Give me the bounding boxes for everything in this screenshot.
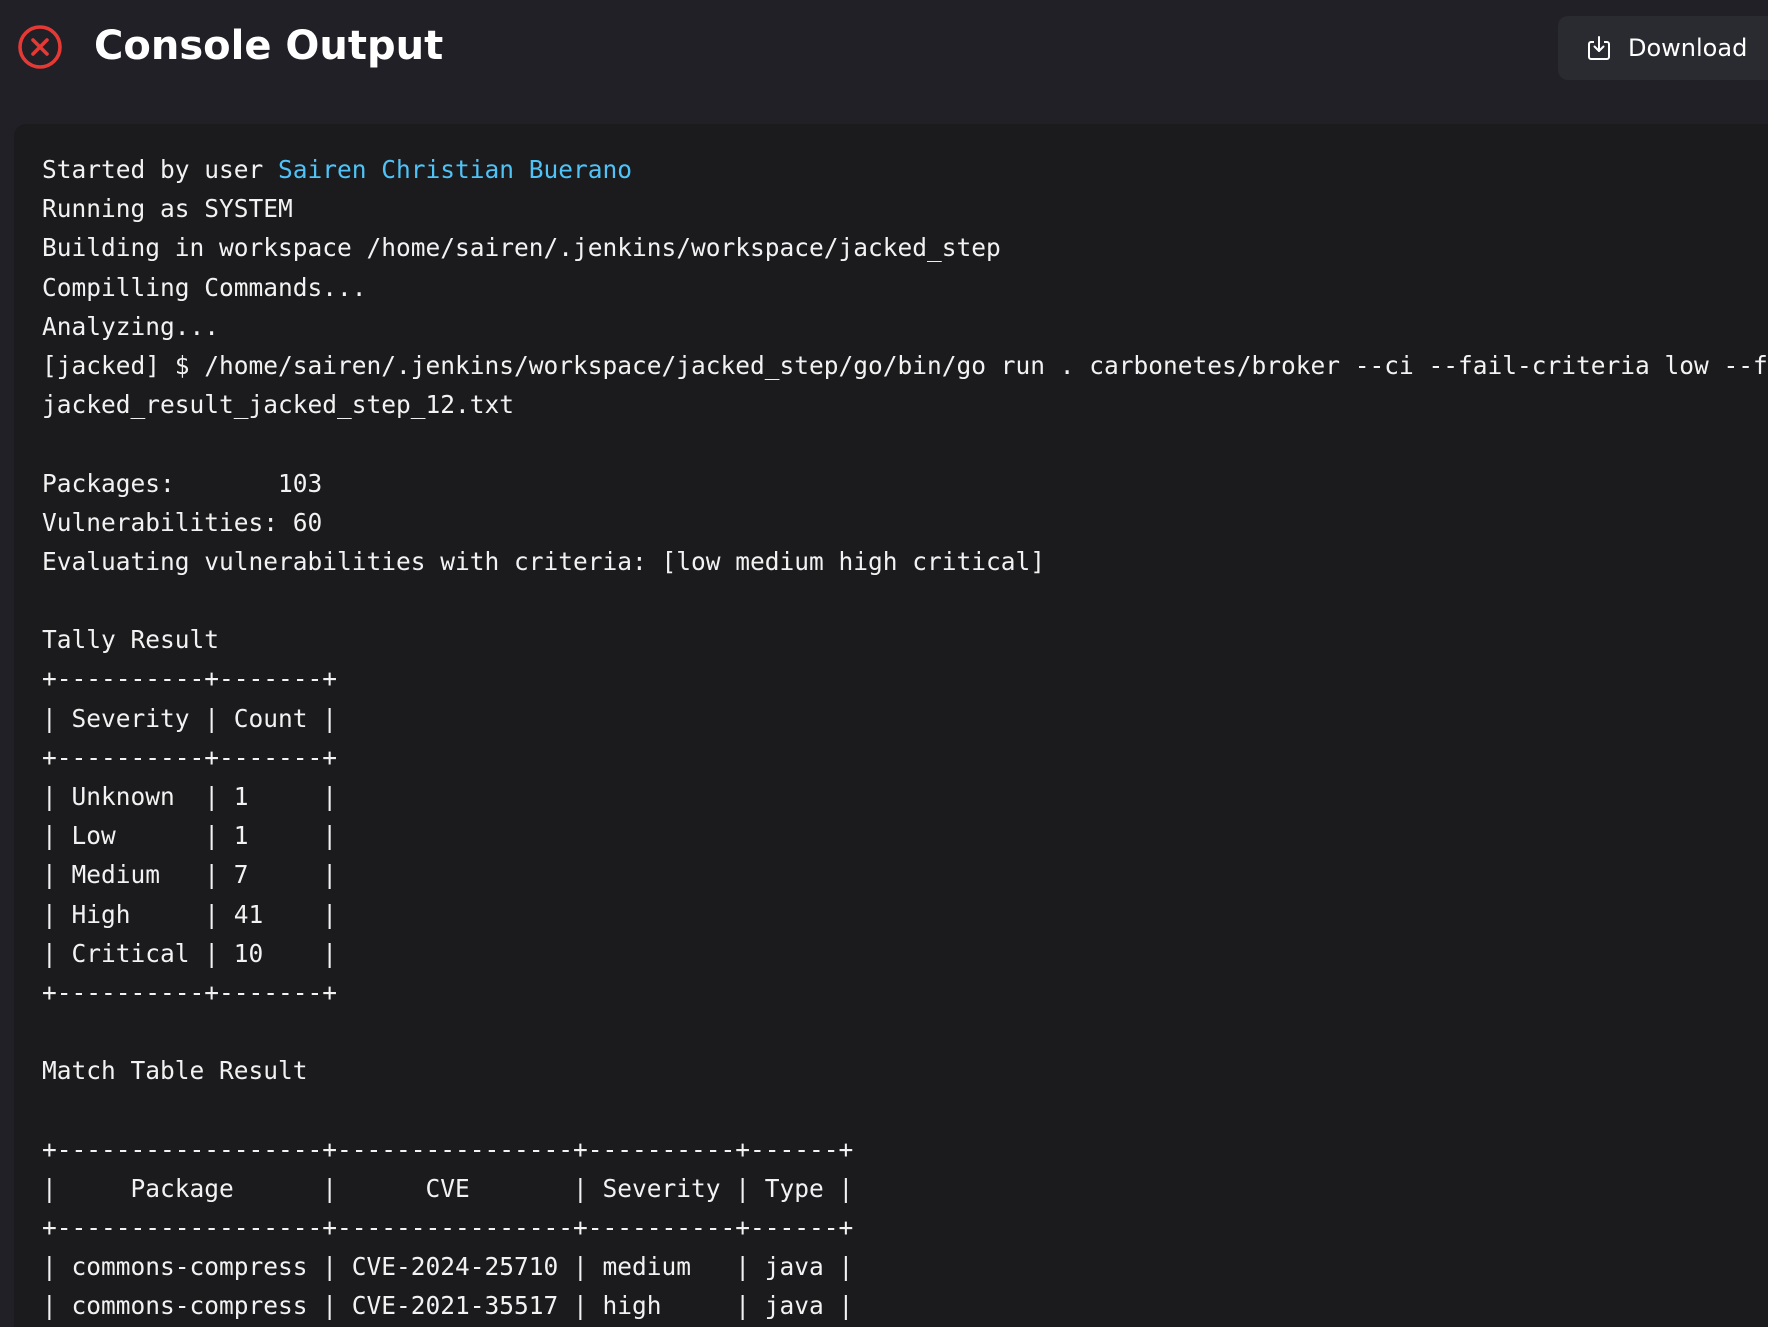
console-line: jacked_result_jacked_step_12.txt (42, 390, 515, 420)
console-line: Packages: 103 (42, 468, 323, 498)
console-line: +----------+-------+ (42, 742, 338, 772)
console-line: +------------------+----------------+---… (42, 1213, 854, 1243)
started-by-text: Started by user (42, 155, 279, 184)
console-line: | High | 41 | (42, 899, 338, 929)
console-line: | Package | CVE | Severity | Type | (42, 1173, 854, 1203)
console-line: Vulnerabilities: 60 (42, 507, 323, 537)
console-line: | Medium | 7 | (42, 860, 338, 890)
console-line: | Severity | Count | (42, 703, 338, 733)
console-line: +----------+-------+ (42, 977, 338, 1007)
console-line: [jacked] $ /home/sairen/.jenkins/workspa… (42, 350, 1768, 380)
console-log: Started by user Sairen Christian Buerano… (42, 150, 1768, 1326)
console-log-lines: Running as SYSTEM Building in workspace /… (42, 189, 1768, 1325)
console-line: Compilling Commands... (42, 272, 367, 302)
console-line: | Critical | 10 | (42, 938, 338, 968)
console-line: | Unknown | 1 | (42, 782, 338, 811)
console-line: Evaluating vulnerabilities with criteria… (42, 546, 1046, 576)
console-line-started-by: Started by user Sairen Christian Buerano (42, 150, 1768, 189)
console-output-panel[interactable]: Started by user Sairen Christian Buerano… (14, 124, 1768, 1327)
console-line: Running as SYSTEM (42, 194, 293, 224)
failure-x-circle-icon (18, 25, 62, 69)
console-line: +------------------+----------------+---… (42, 1134, 854, 1164)
download-button[interactable]: Download (1558, 16, 1768, 80)
download-icon (1588, 36, 1610, 60)
user-link[interactable]: Sairen Christian Buerano (278, 155, 632, 184)
console-line: | Low | 1 | (42, 821, 338, 851)
console-line: Match Table Result (42, 1056, 308, 1086)
download-label: Download (1628, 34, 1748, 62)
page-title: Console Output (94, 23, 444, 69)
console-line: | commons-compress | CVE-2024-25710 | me… (42, 1252, 854, 1282)
console-header: Console Output Download (0, 0, 1768, 105)
console-line: Building in workspace /home/sairen/.jenk… (42, 233, 1001, 263)
console-line: Tally Result (42, 625, 220, 655)
console-line: +----------+-------+ (42, 664, 338, 694)
console-line: Analyzing... (42, 311, 220, 341)
console-line: | commons-compress | CVE-2021-35517 | hi… (42, 1291, 854, 1321)
